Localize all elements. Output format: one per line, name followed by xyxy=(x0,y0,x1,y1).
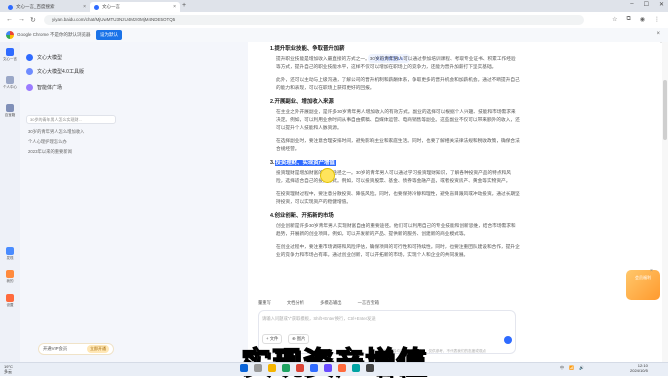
language-indicator[interactable]: 中 xyxy=(560,365,564,371)
extensions-icon[interactable]: ⧉ xyxy=(626,16,630,23)
rail-item-profile[interactable]: 个人中心 xyxy=(2,76,18,90)
baidu-favicon-icon xyxy=(8,4,13,10)
input-toolbar: 量重写 文档分析 多模态输出 一言百宝箱 xyxy=(258,298,516,308)
paragraph: 投资理财是增加财富的重要途径之一。30岁的青年男人可以通过学习投资理财知识，了解… xyxy=(276,170,511,183)
network-icon[interactable]: 📶 xyxy=(569,365,574,371)
weather-widget[interactable]: 19°C 多云 xyxy=(4,364,13,374)
history-item[interactable]: 30岁的青年男人怎么增加收入 xyxy=(28,129,84,135)
profile-icon[interactable]: ◉ xyxy=(640,16,645,23)
tool-doc-analysis[interactable]: 文档分析 xyxy=(287,300,304,306)
tool-rewrite[interactable]: 量重写 xyxy=(258,300,271,306)
heading-number: 3. xyxy=(270,160,275,166)
highlighted-selection[interactable]: 投资理财、实现资产增值 xyxy=(274,160,336,166)
file-explorer-icon[interactable] xyxy=(268,364,276,372)
reload-icon[interactable]: ↻ xyxy=(30,16,36,24)
history-search-input[interactable]: 30岁的青年男人怎么实现财... xyxy=(26,115,116,124)
app-icon[interactable] xyxy=(282,364,290,372)
app-icon[interactable] xyxy=(310,364,318,372)
browser-toolbar: ☆ ⧉ ◉ ⋮ xyxy=(612,16,660,23)
chat-input-placeholder[interactable]: 请输入问题或“/”获取模板，Shift+Enter换行，Ctrl+Enter发送 xyxy=(262,316,376,322)
taskbar-apps xyxy=(240,364,374,372)
clock[interactable]: 12:10 2024/10/5 xyxy=(630,363,648,373)
model4-icon xyxy=(26,68,33,75)
section-heading: 2.开展副业、增加收入来源 xyxy=(270,99,334,105)
tab-close-icon[interactable]: × xyxy=(83,4,86,10)
paragraph: 提升职业技能是增加收入最直接的方式之一。30岁的青年男人可以通过参加培训课程、考… xyxy=(276,56,516,69)
app-icon[interactable] xyxy=(366,364,374,372)
app-icon[interactable] xyxy=(352,364,360,372)
history-item[interactable]: 个人心理护理怎么办 xyxy=(28,139,67,145)
wenxin-logo-icon xyxy=(6,48,14,56)
user-icon xyxy=(6,76,14,84)
infobar-text: Google Chrome 不是你的默认浏览器 xyxy=(17,32,91,37)
address-bar-row: ← → ↻ yiyan.baidu.com/chat/MjUwMTU3NzU4M… xyxy=(0,12,668,29)
chrome-logo-icon xyxy=(6,31,14,39)
tab-label: 文心一言_百度搜索 xyxy=(16,4,55,9)
bookmark-star-icon[interactable]: ☆ xyxy=(612,16,617,23)
tab-close-icon[interactable]: × xyxy=(173,4,176,10)
window-controls: – ☐ ✕ xyxy=(630,1,664,8)
answer-document: 1.提升职业技能、争取晋升加薪 提升职业技能是增加收入最直接的方式之一。30岁的… xyxy=(270,44,520,300)
minimize-button[interactable]: – xyxy=(630,1,633,8)
windows-start-icon[interactable] xyxy=(240,364,248,372)
history-item[interactable]: 2023年以来的重要新闻 xyxy=(28,149,72,155)
promo-badge[interactable]: 会员福利 xyxy=(626,270,660,300)
scrollbar-thumb[interactable] xyxy=(663,80,667,140)
tab-label: 文心一言 xyxy=(102,4,120,9)
rail-item-toolbox[interactable]: 百宝箱 xyxy=(2,104,18,118)
back-icon[interactable]: ← xyxy=(6,16,13,23)
paragraph: 在选择副业时，要注意合理安排时间，避免影响主业和家庭生活。同时，也要了解相关法律… xyxy=(276,138,520,151)
toolbox-icon xyxy=(6,104,14,112)
paragraph: 在主业之外开展副业，是许多30岁青年男人增加收入的有效方式。副业的选择可以根据个… xyxy=(276,109,520,130)
weather-desc: 多云 xyxy=(4,369,12,374)
rail-item-mine[interactable]: 我的 xyxy=(2,270,18,284)
app-icon[interactable] xyxy=(338,364,346,372)
default-browser-infobar: Google Chrome 不是你的默认浏览器 设为默认 × xyxy=(0,28,668,43)
paragraph: 创业创新是许多30岁青年男人实现财富自由的重要途径。他们可以利用自己的专业技能和… xyxy=(276,223,516,236)
send-icon xyxy=(6,247,14,255)
paragraph: 在创业过程中，要注重市场调研和风险评估，确保项目的可行性和可持续性。同时，也要注… xyxy=(276,244,520,257)
paragraph: 在投资理财过程中，要注意分散投资、降低风险。同时，也要保持冷静和理性，避免盲目跟… xyxy=(276,191,520,204)
paragraph: 此外，还可以主动与上级沟通，了解公司的晋升机制和薪酬体系，争取更多的晋升机会和加… xyxy=(276,77,520,90)
volume-icon[interactable]: 🔊 xyxy=(579,365,584,371)
settings-icon xyxy=(6,294,14,302)
app-icon[interactable] xyxy=(324,364,332,372)
search-icon[interactable] xyxy=(254,364,262,372)
left-rail: 文心一言 个人中心 百宝箱 发现 我的 设置 xyxy=(0,42,20,362)
promo-text: 会员福利 xyxy=(635,275,651,280)
wenxin-favicon-icon xyxy=(94,4,99,10)
sidebar-item-model[interactable]: 文心大模型 xyxy=(26,54,62,61)
rail-item-wenxin[interactable]: 文心一言 xyxy=(2,48,18,62)
section-heading: 4.创业创新、开拓新的市场 xyxy=(270,213,334,219)
mouse-cursor-highlight xyxy=(320,168,335,183)
tab-baidu-search[interactable]: 文心一言_百度搜索 × xyxy=(4,2,90,12)
system-tray: 中 📶 🔊 xyxy=(560,365,584,371)
maximize-button[interactable]: ☐ xyxy=(644,1,649,8)
rail-item-discover[interactable]: 发现 xyxy=(2,247,18,261)
gift-icon xyxy=(6,270,14,278)
set-default-button[interactable]: 设为默认 xyxy=(96,30,122,40)
sidebar-item-agents[interactable]: 智能体广场 xyxy=(26,84,62,91)
url-field[interactable]: yiyan.baidu.com/chat/MjUwMTU3NzU4MzI0MjM… xyxy=(44,15,584,25)
new-tab-button[interactable]: + xyxy=(182,2,186,9)
agents-icon xyxy=(26,84,33,91)
close-icon[interactable]: × xyxy=(656,31,660,37)
rail-item-settings[interactable]: 设置 xyxy=(2,294,18,308)
tool-multimodal[interactable]: 多模态输出 xyxy=(320,300,341,306)
tool-toolbox[interactable]: 一言百宝箱 xyxy=(358,300,379,306)
section-heading: 1.提升职业技能、争取晋升加薪 xyxy=(270,46,345,52)
close-icon[interactable]: × xyxy=(650,268,653,274)
clock-date: 2024/10/5 xyxy=(630,368,648,373)
forward-icon[interactable]: → xyxy=(18,16,25,23)
model-icon xyxy=(26,54,33,61)
close-window-button[interactable]: ✕ xyxy=(659,1,664,8)
section-heading-selected[interactable]: 3.投资理财、实现资产增值 xyxy=(270,158,520,166)
tab-strip: 文心一言_百度搜索 × 文心一言 × + – ☐ ✕ xyxy=(0,0,668,12)
chrome-icon[interactable] xyxy=(296,364,304,372)
menu-icon[interactable]: ⋮ xyxy=(654,16,660,23)
tab-wenxin[interactable]: 文心一言 × xyxy=(90,2,180,12)
sidebar-item-model4[interactable]: 文心大模型4.0工具版 xyxy=(26,68,84,75)
